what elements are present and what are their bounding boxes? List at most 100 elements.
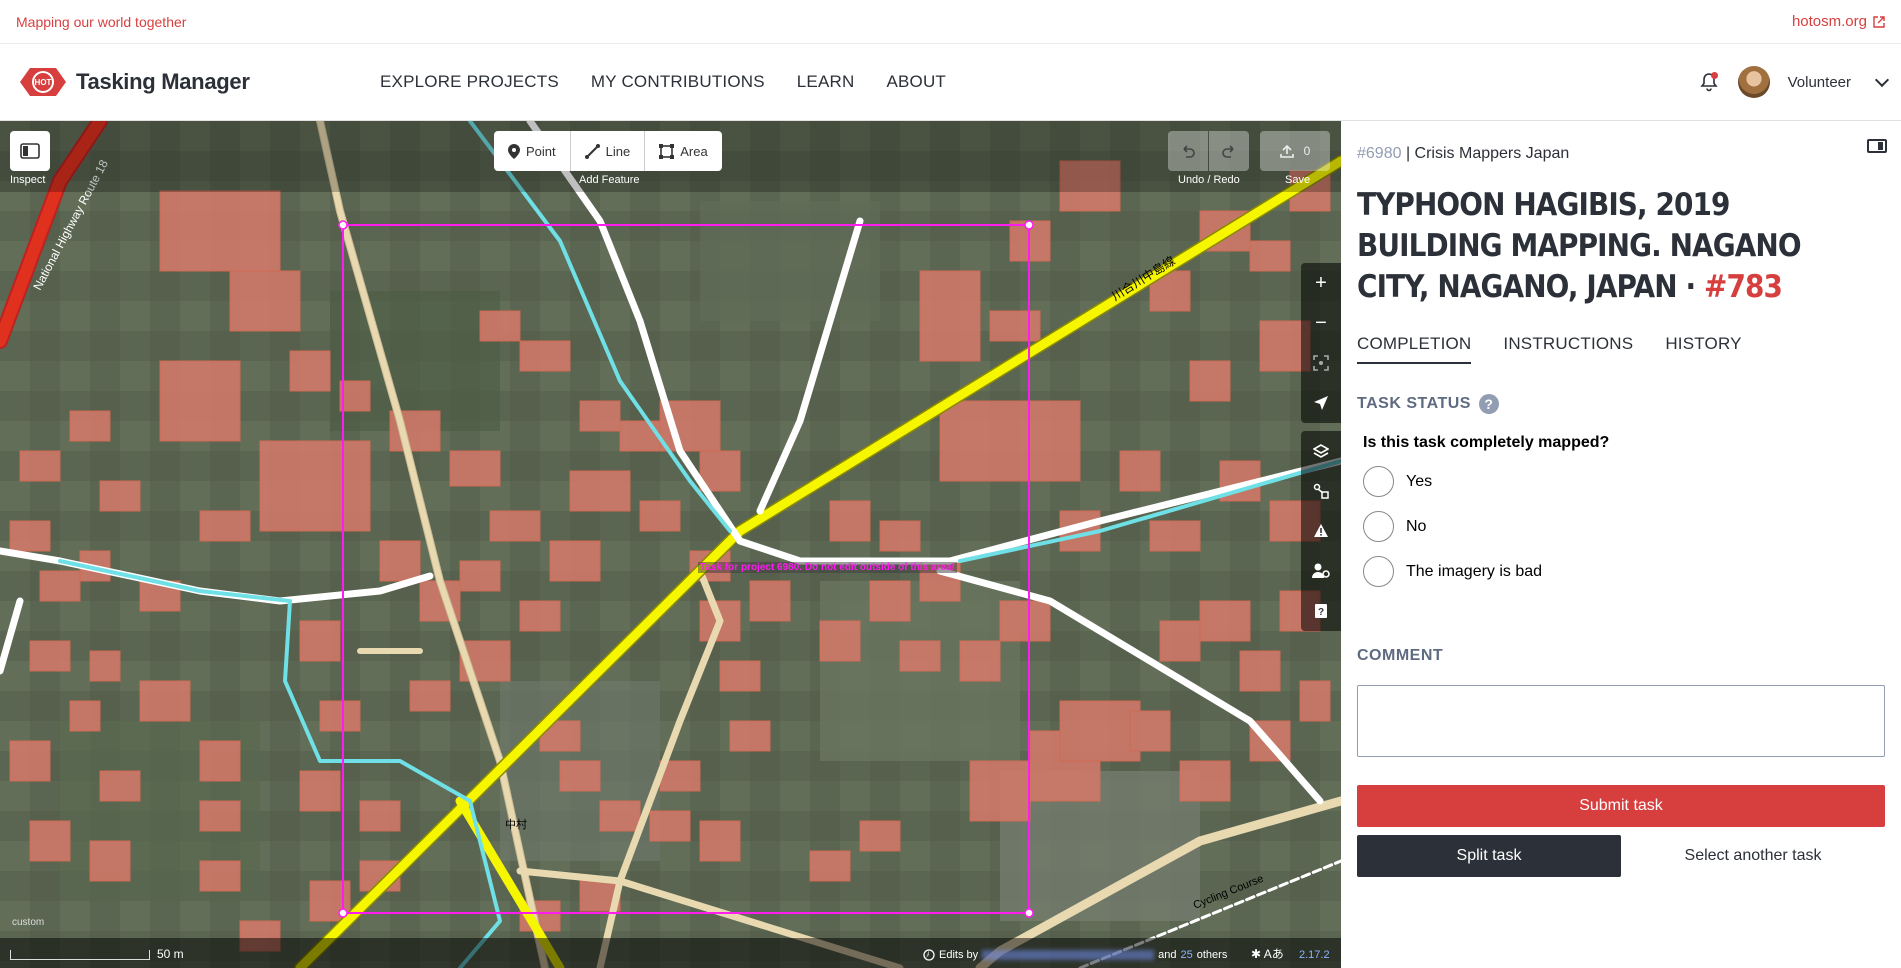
add-feature-group: Point Line Area <box>494 131 722 171</box>
inspect-label: Inspect <box>10 174 46 186</box>
task-boundary-label: Task for project 6980. Do not edit outsi… <box>698 562 957 573</box>
inspect-button[interactable] <box>10 131 50 171</box>
upload-icon <box>1279 144 1294 158</box>
logo-badge: HOT <box>35 78 52 87</box>
undo-redo-group <box>1168 131 1249 171</box>
option-no-label: No <box>1406 517 1427 535</box>
split-task-button[interactable]: Split task <box>1357 835 1621 877</box>
option-yes-label: Yes <box>1406 472 1433 490</box>
map-data-icon <box>1313 483 1329 499</box>
bug-icon: ✱ <box>1251 947 1262 961</box>
tagline: Mapping our world together <box>16 13 187 30</box>
logo-text: Tasking Manager <box>76 69 250 94</box>
top-strip: Mapping our world together hotosm.org <box>0 0 1901 44</box>
nav-learn[interactable]: LEARN <box>797 72 855 92</box>
geolocate-button[interactable] <box>1301 383 1341 423</box>
edits-count[interactable]: 25 <box>1181 949 1193 961</box>
nav-explore-projects[interactable]: EXPLORE PROJECTS <box>380 72 559 92</box>
line-icon <box>584 143 600 159</box>
task-status-label: TASK STATUS <box>1357 395 1471 412</box>
task-action-row: Split task Select another task <box>1357 835 1885 877</box>
option-no[interactable]: No <box>1363 511 1885 542</box>
select-another-task-button[interactable]: Select another task <box>1621 835 1885 877</box>
map-editor[interactable]: National Highway Route 18 川合川中島線 Cycling… <box>0 121 1341 968</box>
undo-icon <box>1183 145 1195 158</box>
save-count: 0 <box>1303 144 1311 158</box>
edits-attribution: Edits by and 25 others <box>923 949 1227 961</box>
history-icon <box>923 949 935 961</box>
zoom-to-selection-button[interactable] <box>1301 343 1341 383</box>
geolocate-icon <box>1314 396 1328 410</box>
nav-my-contributions[interactable]: MY CONTRIBUTIONS <box>591 72 765 92</box>
zoom-out-button[interactable]: − <box>1301 303 1341 343</box>
add-point-button[interactable]: Point <box>494 131 571 171</box>
external-link-icon <box>1873 15 1885 28</box>
comment-header: COMMENT <box>1357 647 1444 664</box>
map-data-button[interactable] <box>1301 471 1341 511</box>
redo-icon <box>1222 145 1234 158</box>
option-bad-imagery[interactable]: The imagery is bad <box>1363 556 1885 587</box>
redo-button[interactable] <box>1209 131 1249 171</box>
save-button[interactable]: 0 <box>1260 131 1330 171</box>
project-line: #6980 | Crisis Mappers Japan <box>1357 145 1885 163</box>
hotosm-link-label: hotosm.org <box>1791 13 1867 30</box>
task-number: #783 <box>1704 269 1783 305</box>
language-toggle[interactable]: ✱ Aあ <box>1251 945 1284 962</box>
map-canvas[interactable]: National Highway Route 18 川合川中島線 Cycling… <box>0 121 1341 968</box>
tab-completion[interactable]: COMPLETION <box>1357 334 1472 364</box>
project-id-link[interactable]: #6980 <box>1357 145 1402 162</box>
help-button[interactable]: ? <box>1301 591 1341 631</box>
undo-button[interactable] <box>1168 131 1208 171</box>
hot-logo-icon: HOT <box>20 68 66 96</box>
submit-task-button[interactable]: Submit task <box>1357 785 1885 827</box>
imagery-attribution: custom <box>12 917 45 928</box>
help-icon: ? <box>1315 604 1327 618</box>
comment-textarea[interactable] <box>1357 685 1885 757</box>
tab-instructions[interactable]: INSTRUCTIONS <box>1503 334 1633 364</box>
hotosm-link[interactable]: hotosm.org <box>1792 13 1885 30</box>
project-separator: | <box>1401 145 1415 162</box>
collapse-sidebar-icon[interactable] <box>1867 139 1887 153</box>
user-name[interactable]: Volunteer <box>1788 74 1851 91</box>
zoom-to-selection-icon <box>1313 355 1329 371</box>
zoom-in-button[interactable]: + <box>1301 263 1341 303</box>
sidebar-toggle-icon <box>20 143 40 159</box>
logo[interactable]: HOT Tasking Manager <box>16 65 356 99</box>
tab-history[interactable]: HISTORY <box>1665 334 1741 364</box>
editor-names[interactable] <box>982 950 1155 960</box>
project-title: TYPHOON HAGIBIS, 2019 BUILDING MAPPING. … <box>1357 185 1825 308</box>
version-label[interactable]: 2.17.2 <box>1299 949 1330 961</box>
option-yes[interactable]: Yes <box>1363 466 1885 497</box>
radio-yes[interactable] <box>1363 466 1394 497</box>
add-line-label: Line <box>605 143 631 159</box>
main-nav: EXPLORE PROJECTS MY CONTRIBUTIONS LEARN … <box>380 72 946 92</box>
issues-button[interactable] <box>1301 511 1341 551</box>
save-label: Save <box>1285 174 1311 186</box>
svg-text:?: ? <box>1318 607 1324 618</box>
plus-icon: + <box>1315 271 1327 294</box>
preferences-button[interactable] <box>1301 551 1341 591</box>
layers-icon <box>1313 444 1329 458</box>
background-layers-button[interactable] <box>1301 431 1341 471</box>
sidebar-tabs: COMPLETION INSTRUCTIONS HISTORY <box>1357 334 1885 364</box>
organisation-name: Crisis Mappers Japan <box>1414 145 1570 162</box>
chevron-down-icon[interactable] <box>1874 72 1890 88</box>
scale-bar[interactable] <box>10 950 150 960</box>
add-area-button[interactable]: Area <box>645 131 722 171</box>
point-icon <box>508 143 520 159</box>
user-settings-icon <box>1312 563 1330 578</box>
option-bad-imagery-label: The imagery is bad <box>1406 562 1543 580</box>
radio-bad-imagery[interactable] <box>1363 556 1394 587</box>
radio-no[interactable] <box>1363 511 1394 542</box>
nav-about[interactable]: ABOUT <box>886 72 946 92</box>
notification-bell-icon[interactable] <box>1698 71 1720 93</box>
add-line-button[interactable]: Line <box>570 131 646 171</box>
scale-label: 50 m <box>157 947 184 961</box>
edits-mid: and <box>1158 949 1177 961</box>
help-question-icon[interactable]: ? <box>1478 394 1499 414</box>
avatar[interactable] <box>1737 66 1770 98</box>
task-status-header: TASK STATUS ? <box>1357 394 1885 414</box>
add-area-label: Area <box>680 143 708 159</box>
user-area: Volunteer <box>1698 66 1901 98</box>
map-panel-controls: ? <box>1301 431 1341 631</box>
